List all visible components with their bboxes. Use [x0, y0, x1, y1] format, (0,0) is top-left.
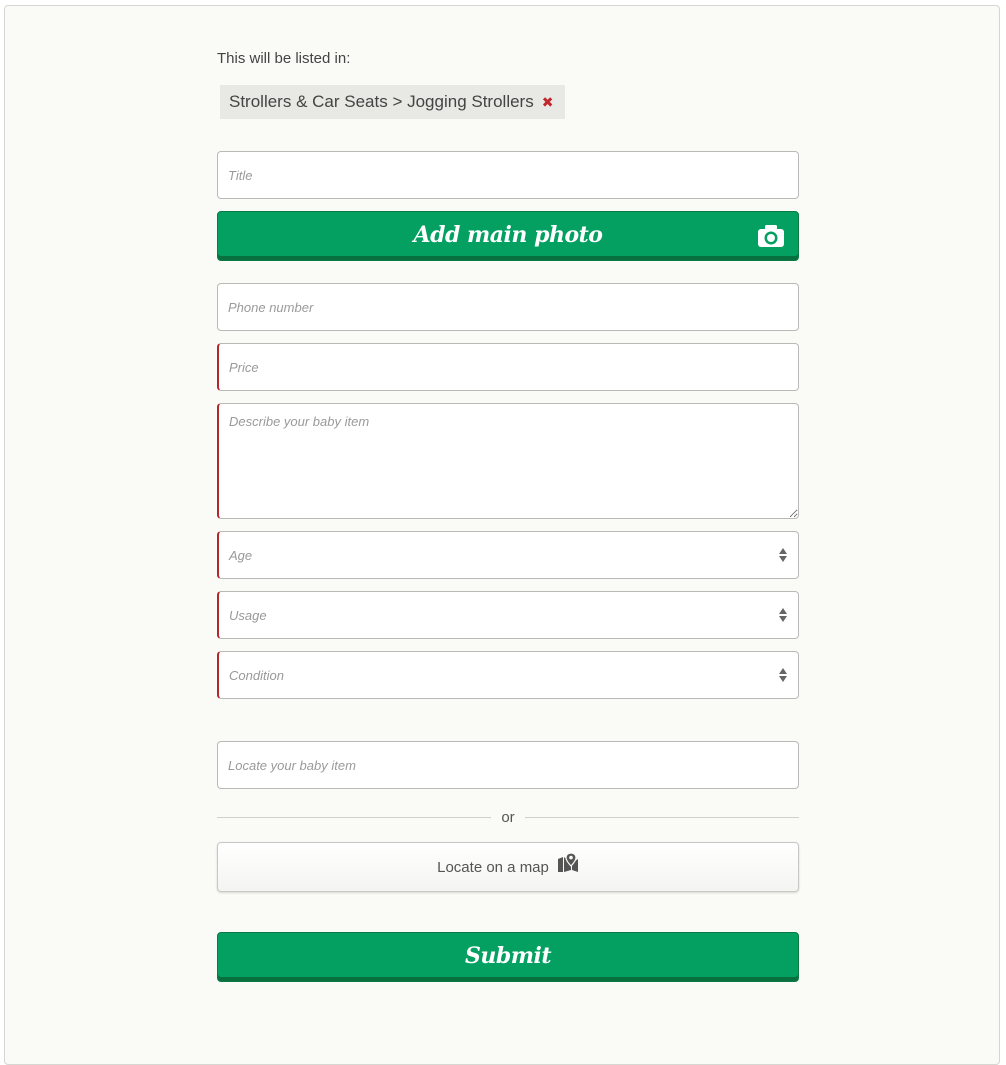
description-textarea[interactable]: [217, 403, 799, 519]
camera-icon: [757, 224, 785, 253]
locate-on-map-label: Locate on a map: [437, 858, 549, 876]
listing-form-panel: This will be listed in: Strollers & Car …: [4, 5, 1000, 1065]
title-input[interactable]: [217, 151, 799, 199]
condition-select-label: Condition: [229, 667, 284, 683]
condition-select[interactable]: Condition: [217, 651, 799, 699]
map-marker-icon: [557, 852, 579, 877]
divider-line: [217, 816, 492, 818]
category-tag: Strollers & Car Seats > Jogging Stroller…: [220, 85, 566, 119]
listed-in-label: This will be listed in:: [217, 50, 351, 67]
sort-arrows-icon: [779, 608, 787, 622]
category-path: Strollers & Car Seats > Jogging Stroller…: [229, 92, 534, 111]
submit-label: Submit: [464, 942, 552, 969]
sort-arrows-icon: [779, 548, 787, 562]
price-input[interactable]: [217, 343, 799, 391]
submit-button[interactable]: Submit: [217, 932, 799, 982]
age-select[interactable]: Age: [217, 531, 799, 579]
age-select-label: Age: [229, 547, 253, 563]
remove-category-icon[interactable]: ✖: [542, 94, 554, 111]
location-input[interactable]: [217, 741, 799, 789]
phone-number-input[interactable]: [217, 283, 799, 331]
usage-select[interactable]: Usage: [217, 591, 799, 639]
sort-arrows-icon: [779, 668, 787, 682]
add-main-photo-button[interactable]: Add main photo: [217, 211, 799, 261]
locate-on-map-button[interactable]: Locate on a map: [217, 842, 799, 892]
or-divider: or: [217, 808, 799, 826]
add-main-photo-label: Add main photo: [413, 221, 603, 248]
divider-line: [524, 816, 799, 818]
usage-select-label: Usage: [229, 607, 267, 623]
or-label: or: [501, 808, 515, 826]
